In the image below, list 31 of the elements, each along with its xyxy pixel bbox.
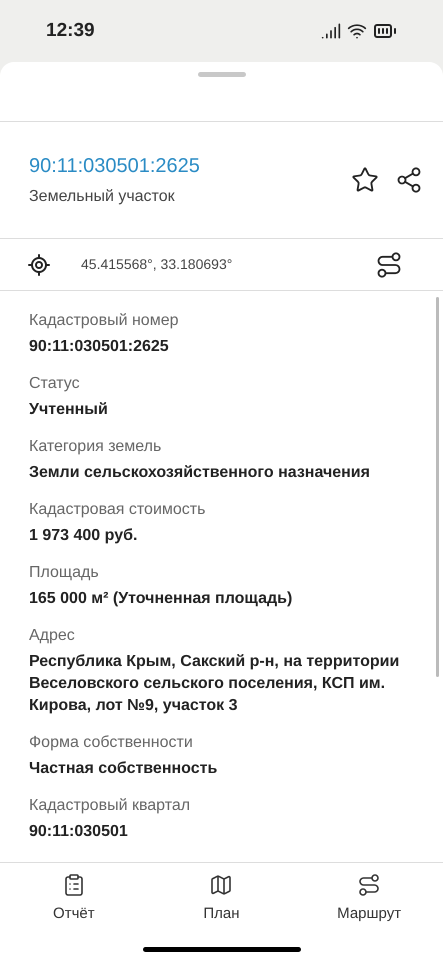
route-icon [357, 873, 382, 897]
field-value: Частная собственность [29, 759, 218, 779]
route-icon[interactable] [375, 250, 403, 278]
tab-button[interactable]: Маршрут [314, 873, 424, 926]
field-label: Кадастровая стоимость [29, 500, 206, 520]
tab-button[interactable]: Отчёт [18, 873, 129, 926]
field-value: 1 973 400 руб. [29, 526, 138, 546]
coordinates: 45.415568°, 33.180693° [81, 255, 234, 274]
field-value: 90:11:030501 [29, 822, 129, 842]
field-value: 165 000 м² (Уточненная площадь) [29, 589, 294, 609]
share-icon[interactable] [395, 166, 423, 194]
object-type: Земельный участок [29, 187, 176, 207]
field-value: Учтенный [29, 400, 109, 420]
drag-handle[interactable] [198, 72, 246, 77]
field-label: Кадастровый квартал [29, 796, 192, 816]
field-value: Республика Крым, Сакский р-н, на территории Веселовского сельского поселения, КСП им. Кирова, лот №9, участок 3 [29, 652, 400, 716]
status-time: 12:39 [46, 18, 95, 43]
tab-button[interactable]: План [166, 873, 276, 926]
location-icon[interactable] [27, 252, 51, 276]
field-label: Категория земель [29, 437, 162, 457]
field-value: 90:11:030501:2625 [29, 337, 170, 357]
field-value: Земли сельскохозяйственного назначения [29, 463, 371, 483]
cadastral-number: 90:11:030501:2625 [29, 154, 200, 179]
map-icon [209, 873, 234, 897]
field-label: Статус [29, 374, 81, 394]
signal-icon [321, 21, 341, 41]
field-label: Площадь [29, 563, 100, 583]
field-label: Кадастровый номер [29, 311, 180, 331]
field-label: Форма собственности [29, 733, 194, 753]
star-icon[interactable] [351, 166, 379, 194]
field-label: Адрес [29, 626, 76, 646]
